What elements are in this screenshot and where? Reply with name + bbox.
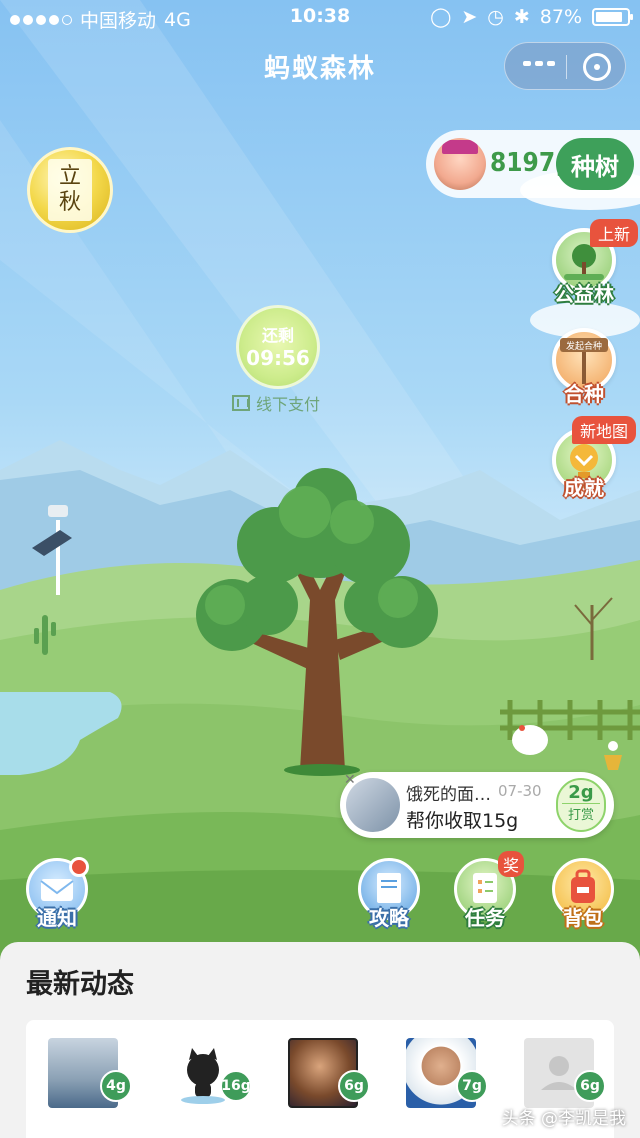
forest-scene: 中国移动 4G 10:38 ◯ ➤ ◷ ✱ 87% 蚂蚁森林 立 秋 8197g…: [0, 0, 640, 1138]
energy-countdown[interactable]: 还剩 09:56: [236, 305, 320, 389]
plant-tree-button[interactable]: 种树: [556, 138, 634, 190]
friend-name: 饿死的面…: [406, 785, 491, 805]
barcode-icon: [232, 395, 250, 411]
solar-term-char-2: 秋: [58, 190, 81, 215]
tasks-label[interactable]: 任务: [445, 902, 525, 931]
friend-energy-badge-5: 6g: [574, 1070, 606, 1102]
status-bar: 中国移动 4G 10:38 ◯ ➤ ◷ ✱ 87%: [0, 0, 640, 34]
backpack-label[interactable]: 背包: [543, 902, 623, 931]
friend-energy-badge-2: 16g: [220, 1070, 252, 1102]
battery-icon: [592, 8, 633, 26]
offline-payment-label: 线下支付: [256, 395, 321, 414]
public-forest-new-tag: 上新: [590, 219, 639, 247]
unread-dot: [69, 857, 89, 877]
countdown-label: 还剩: [261, 326, 294, 345]
friend-energy-badge-4: 7g: [456, 1070, 488, 1102]
friend-energy-badge-1: 4g: [100, 1070, 132, 1102]
location-icon: ➤: [461, 6, 478, 28]
co-plant-sign-text: 发起合种: [565, 342, 602, 352]
bluetooth-icon: ✱: [513, 6, 530, 28]
latest-activity-title: 最新动态: [26, 969, 134, 1000]
tip-button[interactable]: 2g 打赏: [556, 778, 606, 832]
notification-label[interactable]: 通知: [17, 902, 97, 931]
capsule-divider: [566, 55, 567, 79]
friend-energy-badge-3: 6g: [338, 1070, 370, 1102]
notice-message: 帮你收取15g: [406, 810, 519, 832]
achievement-label[interactable]: 成就: [539, 472, 629, 501]
achievement-new-map-tag: 新地图: [572, 416, 637, 444]
energy-panel: 8197g 种树: [426, 130, 640, 198]
battery-percent: 87%: [539, 6, 582, 28]
more-menu-icon[interactable]: [523, 61, 555, 66]
user-avatar[interactable]: [434, 138, 486, 190]
solar-term-badge[interactable]: 立 秋: [27, 147, 113, 233]
close-miniapp-icon[interactable]: [583, 53, 611, 81]
alarm-icon: ◷: [487, 6, 504, 28]
collect-notice-bubble[interactable]: ✕ 饿死的面… 07-30 帮你收取15g 2g 打赏: [340, 772, 614, 838]
miniapp-capsule: [504, 42, 626, 90]
friend-avatar: [346, 778, 400, 832]
tasks-reward-badge: 奖: [498, 851, 525, 877]
tip-label: 打赏: [562, 803, 600, 823]
countdown-value: 09:56: [246, 346, 310, 370]
lock-rotation-icon: ◯: [430, 6, 452, 28]
tip-amount: 2g: [568, 782, 594, 803]
solar-term-card: 立 秋: [48, 159, 92, 221]
public-forest-label[interactable]: 公益林: [539, 278, 629, 307]
solar-term-char-1: 立: [58, 164, 81, 189]
offline-payment-link[interactable]: 线下支付: [232, 391, 320, 415]
notice-date: 07-30: [498, 782, 542, 800]
guide-label[interactable]: 攻略: [349, 902, 429, 931]
watermark: 头条 @李凯是我: [501, 1109, 626, 1129]
co-plant-label[interactable]: 合种: [539, 378, 629, 407]
status-right: ◯ ➤ ◷ ✱ 87%: [430, 6, 633, 28]
